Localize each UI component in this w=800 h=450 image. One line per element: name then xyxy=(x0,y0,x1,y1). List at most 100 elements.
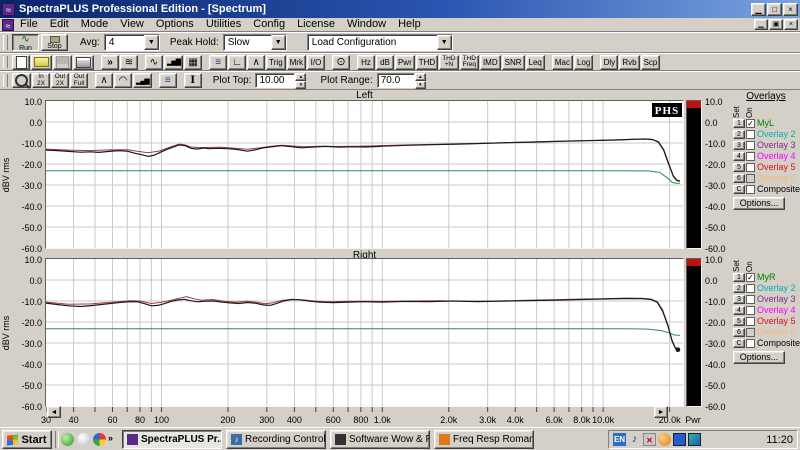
open-folder-button[interactable] xyxy=(31,54,52,70)
overlay-checkbox-2[interactable] xyxy=(746,283,755,293)
spectrogram-view-button[interactable] xyxy=(184,54,203,70)
overlay-checkbox-5[interactable] xyxy=(746,316,755,326)
task-button-2[interactable]: ♪ Recording Control xyxy=(226,430,326,449)
overlay-set-button-4[interactable]: 4 xyxy=(733,305,745,315)
spectrum-plot-left[interactable] xyxy=(45,100,684,249)
overlay-checkbox-1[interactable]: ✓ xyxy=(746,272,755,282)
run-button[interactable]: ∿ Run xyxy=(12,34,39,52)
task-button-1[interactable]: SpectraPLUS Pr... xyxy=(122,430,222,449)
overlay-set-button-6[interactable]: 6 xyxy=(733,173,745,183)
log-button[interactable]: Log xyxy=(573,54,594,70)
overlay-set-button-4[interactable]: 4 xyxy=(733,151,745,161)
printer-button[interactable] xyxy=(73,54,94,70)
overlay-set-button-C[interactable]: C xyxy=(733,338,745,348)
mdi-system-menu-icon[interactable]: ≈ xyxy=(2,18,14,31)
pwr-button[interactable]: Pwr xyxy=(394,54,415,70)
fast-forward-button[interactable] xyxy=(101,54,119,70)
filled-plot-button[interactable] xyxy=(114,73,132,88)
plot-axes-button[interactable] xyxy=(228,54,247,70)
toolbar-grip[interactable] xyxy=(3,55,8,69)
mdi-close-button[interactable]: × xyxy=(784,19,798,30)
thd-button[interactable]: THD xyxy=(415,54,439,70)
db-button[interactable]: dB xyxy=(375,54,394,70)
volume-tray-icon[interactable]: ♪ xyxy=(628,433,641,446)
overlay-set-button-5[interactable]: 5 xyxy=(733,316,745,326)
scroll-left-button[interactable]: ◄ xyxy=(47,406,61,418)
overlay-checkbox-2[interactable] xyxy=(746,129,755,139)
overlays-options-button[interactable]: Options... xyxy=(733,197,785,210)
peak-hold-dropdown-icon[interactable]: ▼ xyxy=(270,35,286,50)
task-button-4[interactable]: Freq Resp Romanti... xyxy=(434,430,534,449)
start-button[interactable]: Start xyxy=(2,430,52,449)
rvb-button[interactable]: Rvb xyxy=(619,54,640,70)
gain-in-2x[interactable]: In 2X xyxy=(32,73,50,88)
overlay-set-button-1[interactable]: 1 xyxy=(733,272,745,282)
overlay-checkbox-5[interactable] xyxy=(746,162,755,172)
spectrum-plot-right[interactable] xyxy=(45,258,684,407)
imd-button[interactable]: IMD xyxy=(479,54,501,70)
overlay-set-button-5[interactable]: 5 xyxy=(733,162,745,172)
gain-out-full[interactable]: Out Full xyxy=(70,73,88,88)
mdi-restore-button[interactable]: ▣ xyxy=(769,19,783,30)
messenger-tray-icon[interactable] xyxy=(658,433,671,446)
peak-hold-combobox[interactable]: Slow ▼ xyxy=(222,34,287,51)
menu-utilities[interactable]: Utilities xyxy=(200,18,247,30)
overlay-set-button-2[interactable]: 2 xyxy=(733,129,745,139)
overlay-set-button-3[interactable]: 3 xyxy=(733,294,745,304)
plot-canvas-left[interactable] xyxy=(45,101,683,248)
quicklaunch-browser-icon[interactable] xyxy=(93,433,106,446)
overlay-checkbox-4[interactable] xyxy=(746,305,755,315)
overlays-options-button[interactable]: Options... xyxy=(733,351,785,364)
overlay-set-button-C[interactable]: C xyxy=(733,184,745,194)
time-series-view-button[interactable] xyxy=(145,54,163,70)
overlay-checkbox-3[interactable] xyxy=(746,140,755,150)
menu-mode[interactable]: Mode xyxy=(75,18,115,30)
overlay-checkbox-C[interactable] xyxy=(746,338,755,348)
overlay-set-button-2[interactable]: 2 xyxy=(733,283,745,293)
menu-config[interactable]: Config xyxy=(247,18,291,30)
display-tray-icon[interactable] xyxy=(673,433,686,446)
stop-button[interactable]: Stop xyxy=(41,34,68,51)
task-button-3[interactable]: Software Wow & Fl... xyxy=(330,430,430,449)
i-o-button[interactable]: I/O xyxy=(306,54,325,70)
leq-button[interactable]: Leq xyxy=(525,54,545,70)
spectrum-view-button[interactable] xyxy=(164,54,184,70)
toolbar-grip[interactable] xyxy=(3,73,8,88)
plot-canvas-right[interactable] xyxy=(45,259,683,406)
overlay-set-button-3[interactable]: 3 xyxy=(733,140,745,150)
snr-button[interactable]: SNR xyxy=(501,54,525,70)
overlay-checkbox-3[interactable] xyxy=(746,294,755,304)
marker-slider-button[interactable] xyxy=(183,73,202,88)
avg-combobox[interactable]: 4 ▼ xyxy=(103,34,160,51)
toolbar-grip[interactable] xyxy=(3,34,8,51)
menu-view[interactable]: View xyxy=(114,18,150,30)
language-indicator[interactable]: EN xyxy=(613,433,626,446)
mdi-minimize-button[interactable]: ▁ xyxy=(754,19,768,30)
network-disconnected-icon[interactable]: ✕ xyxy=(643,433,656,446)
avg-dropdown-icon[interactable]: ▼ xyxy=(143,35,159,50)
mac-button[interactable]: Mac xyxy=(551,54,573,70)
overlay-set-button-1[interactable]: 1 xyxy=(733,118,745,128)
hz-button[interactable]: Hz xyxy=(356,54,375,70)
gain-out-2x[interactable]: Out 2X xyxy=(51,73,69,88)
thd-n-button[interactable]: THD +N xyxy=(439,54,459,70)
line-plot-button[interactable] xyxy=(95,73,113,88)
trig-button[interactable]: Trig xyxy=(266,54,286,70)
plot-range-field[interactable]: 70.0 xyxy=(376,73,415,88)
bar-plot-button[interactable] xyxy=(133,73,152,88)
overlay-checkbox-C[interactable] xyxy=(746,184,755,194)
dly-button[interactable]: Dly xyxy=(600,54,619,70)
quicklaunch-media-icon[interactable] xyxy=(61,433,74,446)
scp-button[interactable]: Scp xyxy=(640,54,661,70)
overlay-checkbox-4[interactable] xyxy=(746,151,755,161)
peak-hold-button[interactable] xyxy=(247,54,266,70)
plot-top-spinner[interactable]: ▴ ▾ xyxy=(295,73,307,89)
menu-license[interactable]: License xyxy=(291,18,341,30)
close-button[interactable]: × xyxy=(783,2,798,16)
overlay-checkbox-1[interactable]: ✓ xyxy=(746,118,755,128)
scroll-right-button[interactable]: ► xyxy=(654,406,668,418)
plot-top-field[interactable]: 10.00 xyxy=(255,73,296,88)
menu-help[interactable]: Help xyxy=(392,18,427,30)
load-configuration-dropdown-icon[interactable]: ▼ xyxy=(436,35,452,50)
plot-range-spinner[interactable]: ▴ ▾ xyxy=(414,73,426,89)
